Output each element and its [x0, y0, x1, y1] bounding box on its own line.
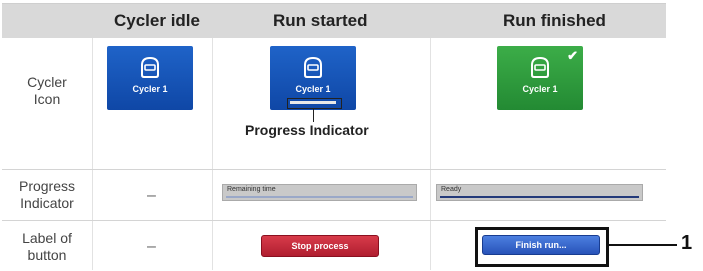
column-divider	[212, 38, 213, 270]
row-label-line: Icon	[33, 91, 61, 107]
cycler-icon	[141, 56, 159, 78]
callout-number: 1	[681, 232, 693, 254]
progress-bar-started: Remaining time	[222, 184, 417, 201]
header-run-started: Run started	[273, 11, 368, 30]
row-label-line: button	[27, 247, 67, 263]
row-divider	[2, 169, 666, 170]
cycler-name: Cycler 1	[522, 84, 558, 94]
row-divider	[2, 220, 666, 221]
progress-text: Ready	[441, 186, 462, 193]
table-header: Cycler idle Run started Run finished	[2, 4, 666, 38]
marker-leader-line	[606, 244, 677, 246]
cycler-icon	[531, 56, 549, 78]
row-label-line: Progress	[18, 178, 76, 194]
finish-run-button[interactable]: Finish run...	[482, 235, 600, 255]
progress-callout-label: Progress Indicator	[245, 122, 369, 138]
progress-fill	[440, 196, 639, 198]
row-label-line: Label of	[22, 230, 72, 246]
progress-idle-value: –	[147, 187, 156, 204]
progress-bar-finished: Ready	[436, 184, 643, 201]
progress-track	[226, 196, 413, 198]
row-label-cycler-icon: Cycler Icon	[2, 74, 92, 108]
cycler-name: Cycler 1	[132, 84, 168, 94]
column-divider	[430, 38, 431, 270]
row-label-button: Label of button	[2, 230, 92, 264]
cycler-name: Cycler 1	[295, 84, 331, 94]
stop-process-button[interactable]: Stop process	[261, 235, 379, 257]
check-icon: ✔	[567, 48, 578, 63]
button-idle-value: –	[147, 238, 156, 255]
progress-text: Remaining time	[227, 186, 276, 193]
header-cycler-idle: Cycler idle	[114, 11, 200, 30]
column-divider	[92, 38, 93, 270]
cycler-tile-idle[interactable]: Cycler 1	[107, 46, 193, 110]
row-label-line: Indicator	[20, 195, 74, 211]
row-label-progress-indicator: Progress Indicator	[2, 178, 92, 212]
row-label-line: Cycler	[27, 74, 67, 90]
callout-leader	[313, 109, 314, 122]
progress-callout-box	[287, 98, 342, 109]
cycler-tile-finished[interactable]: ✔ Cycler 1	[497, 46, 583, 110]
status-table: Cycler idle Run started Run finished Cyc…	[2, 3, 666, 270]
cycler-icon	[304, 56, 322, 78]
header-run-finished: Run finished	[503, 11, 606, 30]
